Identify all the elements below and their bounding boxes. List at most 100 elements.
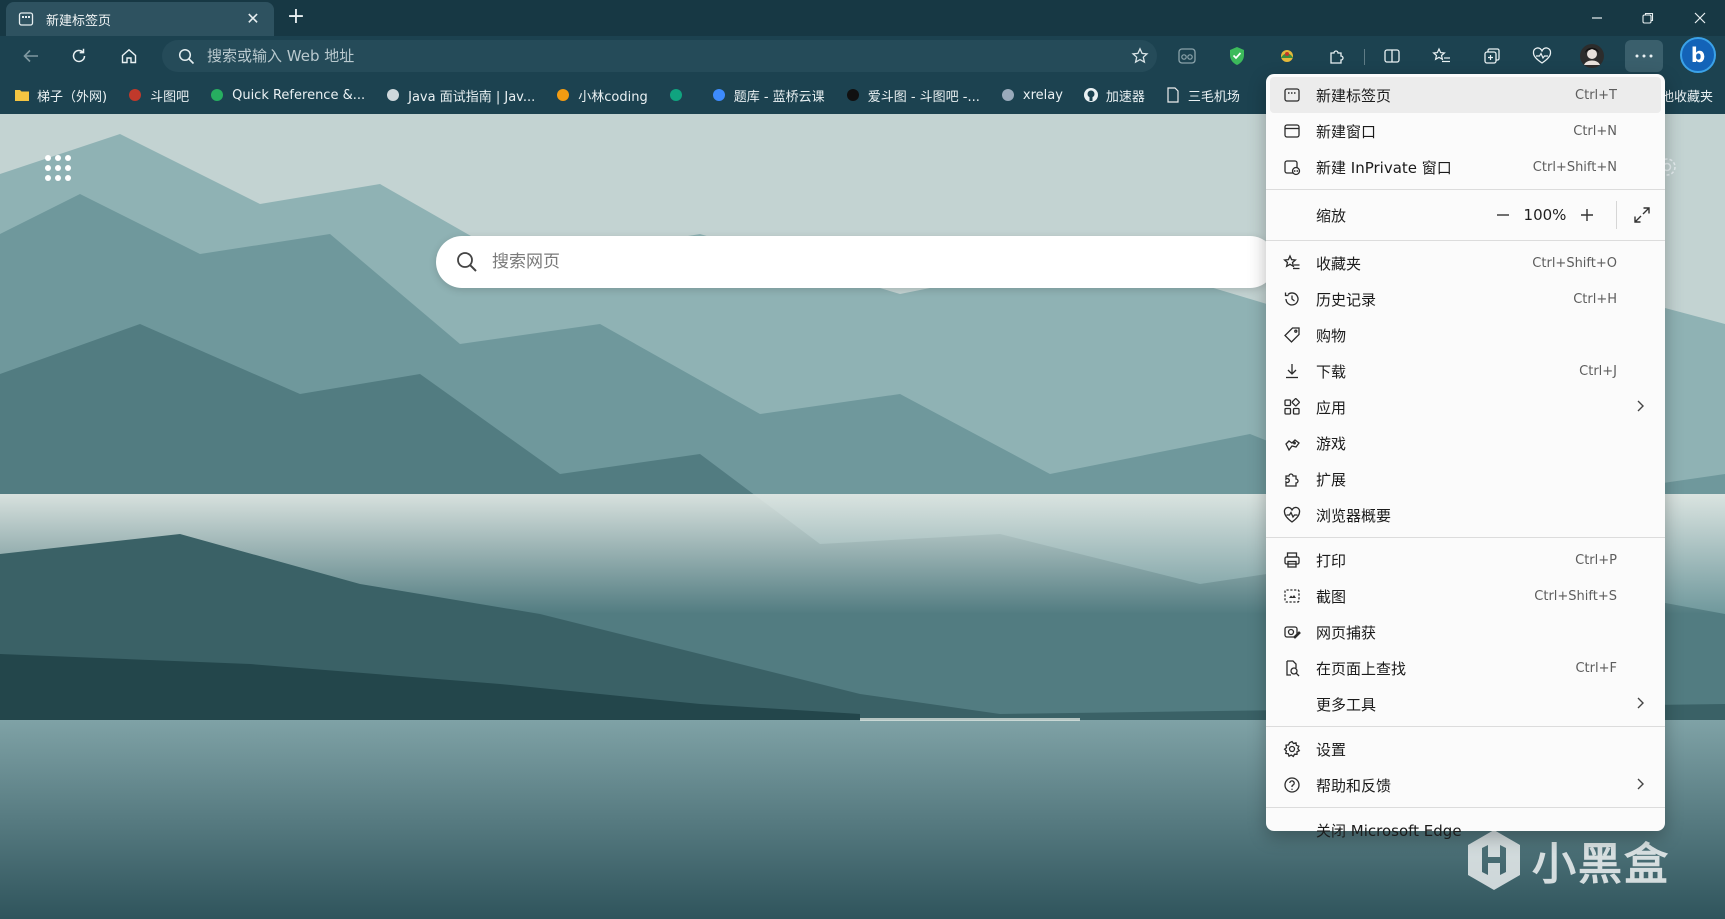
add-favorite-star-icon[interactable] bbox=[1123, 47, 1157, 65]
address-input[interactable] bbox=[207, 47, 1123, 65]
menu-item-shortcut: Ctrl+N bbox=[1573, 123, 1617, 139]
menu-item-label: 扩展 bbox=[1316, 470, 1347, 489]
reading-glasses-icon[interactable] bbox=[1172, 42, 1202, 70]
app-launcher-grid-icon[interactable] bbox=[40, 150, 76, 186]
navigation-toolbar bbox=[0, 36, 1725, 76]
menu-item[interactable]: 下载 Ctrl+J bbox=[1270, 353, 1661, 389]
help-icon bbox=[1282, 775, 1302, 795]
minimize-icon[interactable] bbox=[1577, 4, 1617, 32]
menu-item-label: 帮助和反馈 bbox=[1316, 776, 1392, 795]
bookmark-label: xrelay bbox=[1022, 87, 1063, 103]
bookmark-item[interactable]: 斗图吧 bbox=[127, 86, 189, 105]
bookmark-item[interactable]: 三毛机场 bbox=[1165, 86, 1240, 105]
menu-item-shortcut: Ctrl+J bbox=[1579, 363, 1617, 379]
menu-item[interactable]: 新建窗口 Ctrl+N bbox=[1270, 113, 1661, 149]
bookmark-item[interactable]: xrelay bbox=[1000, 87, 1063, 103]
settings-and-more-icon[interactable] bbox=[1625, 40, 1663, 72]
menu-item-label: 购物 bbox=[1316, 326, 1347, 345]
menu-item[interactable]: 新建标签页 Ctrl+T bbox=[1270, 77, 1661, 113]
page-icon bbox=[1165, 87, 1181, 103]
bookmark-label: 小林coding bbox=[578, 89, 648, 105]
bookmark-item[interactable]: Quick Reference &... bbox=[209, 87, 365, 103]
fullscreen-expand-icon[interactable] bbox=[1625, 200, 1659, 230]
menu-item[interactable]: 历史记录 Ctrl+H bbox=[1270, 281, 1661, 317]
favorites-list-icon[interactable] bbox=[1427, 42, 1457, 70]
bookmark-item[interactable]: 爱斗图 - 斗图吧 -... bbox=[845, 86, 980, 105]
download-icon bbox=[1282, 361, 1302, 381]
tab-strip: 新建标签页 ✕ + bbox=[0, 0, 1725, 36]
refresh-icon[interactable] bbox=[64, 42, 94, 70]
chatgpt-icon bbox=[668, 87, 684, 103]
bookmark-item[interactable]: 加速器 bbox=[1083, 86, 1145, 105]
apps-icon bbox=[1282, 397, 1302, 417]
bookmark-item[interactable]: 小林coding bbox=[555, 86, 648, 105]
xrelay-icon bbox=[1000, 87, 1016, 103]
tab-new-tab[interactable]: 新建标签页 ✕ bbox=[6, 2, 274, 36]
favorites-icon bbox=[1282, 253, 1302, 273]
menu-item[interactable]: 网页捕获 bbox=[1270, 614, 1661, 650]
restore-icon[interactable] bbox=[1628, 4, 1668, 32]
menu-item-shortcut: Ctrl+Shift+O bbox=[1532, 255, 1617, 271]
zoom-label: 缩放 bbox=[1316, 206, 1347, 225]
split-screen-icon[interactable] bbox=[1377, 42, 1407, 70]
menu-item-shortcut: Ctrl+H bbox=[1573, 291, 1617, 307]
tab-close-icon[interactable]: ✕ bbox=[244, 10, 262, 28]
bookmark-item[interactable]: Java 面试指南 | Jav... bbox=[385, 86, 535, 105]
menu-item-label: 设置 bbox=[1316, 740, 1347, 759]
collections-icon[interactable] bbox=[1477, 42, 1507, 70]
browser-essentials-heart-icon[interactable] bbox=[1527, 42, 1557, 70]
menu-divider bbox=[1266, 189, 1665, 190]
menu-item-label: 在页面上查找 bbox=[1316, 659, 1407, 678]
address-bar[interactable] bbox=[162, 40, 1157, 72]
menu-item-label: 历史记录 bbox=[1316, 290, 1377, 309]
close-window-icon[interactable] bbox=[1680, 4, 1720, 32]
menu-item[interactable]: 应用 bbox=[1270, 389, 1661, 425]
other-favorites[interactable]: 他收藏夹 bbox=[1661, 86, 1713, 105]
menu-item-shortcut: Ctrl+Shift+N bbox=[1532, 159, 1617, 175]
new-tab-icon bbox=[1282, 85, 1302, 105]
new-tab-plus-icon[interactable]: + bbox=[283, 6, 309, 30]
bookmark-item[interactable]: 题库 - 蓝桥云课 bbox=[711, 86, 825, 105]
menu-item[interactable]: 游戏 bbox=[1270, 425, 1661, 461]
web-search-input[interactable] bbox=[492, 252, 1276, 272]
back-arrow-icon[interactable] bbox=[16, 42, 46, 70]
menu-item[interactable]: 购物 bbox=[1270, 317, 1661, 353]
shield-extension-icon[interactable] bbox=[1222, 42, 1252, 70]
menu-item-shortcut: Ctrl+F bbox=[1575, 660, 1617, 676]
extensions-puzzle-icon[interactable] bbox=[1322, 42, 1352, 70]
bookmark-item[interactable]: 梯子（外网) bbox=[14, 86, 107, 105]
menu-item[interactable]: 新建 InPrivate 窗口 Ctrl+Shift+N bbox=[1270, 149, 1661, 185]
menu-item[interactable]: 打印 Ctrl+P bbox=[1270, 542, 1661, 578]
aidoutu-icon bbox=[845, 87, 861, 103]
home-icon[interactable] bbox=[114, 42, 144, 70]
menu-item[interactable]: 收藏夹 Ctrl+Shift+O bbox=[1270, 245, 1661, 281]
colorful-extension-icon[interactable] bbox=[1272, 42, 1302, 70]
profile-avatar[interactable] bbox=[1577, 42, 1607, 70]
menu-item[interactable]: 关闭 Microsoft Edge bbox=[1270, 812, 1661, 848]
menu-item[interactable]: 扩展 bbox=[1270, 461, 1661, 497]
menu-item[interactable]: 设置 bbox=[1270, 731, 1661, 767]
bookmark-label: 加速器 bbox=[1105, 89, 1145, 105]
zoom-out-minus-icon[interactable] bbox=[1486, 200, 1520, 230]
menu-item[interactable]: 在页面上查找 Ctrl+F bbox=[1270, 650, 1661, 686]
menu-item[interactable]: 更多工具 bbox=[1270, 686, 1661, 722]
bookmark-item[interactable] bbox=[668, 87, 691, 103]
zoom-in-plus-icon[interactable] bbox=[1570, 200, 1604, 230]
menu-divider bbox=[1266, 537, 1665, 538]
print-icon bbox=[1282, 550, 1302, 570]
doutu-icon bbox=[127, 87, 143, 103]
chevron-right-icon bbox=[1635, 777, 1645, 795]
web-capture-icon bbox=[1282, 622, 1302, 642]
menu-item-label: 网页捕获 bbox=[1316, 623, 1377, 642]
menu-item[interactable]: 浏览器概要 bbox=[1270, 497, 1661, 533]
menu-item-label: 更多工具 bbox=[1316, 695, 1377, 714]
new-tab-page-icon bbox=[18, 12, 34, 26]
menu-item-label: 新建窗口 bbox=[1316, 122, 1377, 141]
menu-item[interactable]: 帮助和反馈 bbox=[1270, 767, 1661, 803]
menu-item[interactable]: 截图 Ctrl+Shift+S bbox=[1270, 578, 1661, 614]
web-search-box[interactable] bbox=[436, 236, 1276, 288]
bing-copilot-icon[interactable]: b bbox=[1680, 37, 1716, 73]
zoom-separator bbox=[1616, 201, 1617, 229]
menu-item-shortcut: Ctrl+T bbox=[1575, 87, 1617, 103]
menu-item-label: 应用 bbox=[1316, 398, 1347, 417]
